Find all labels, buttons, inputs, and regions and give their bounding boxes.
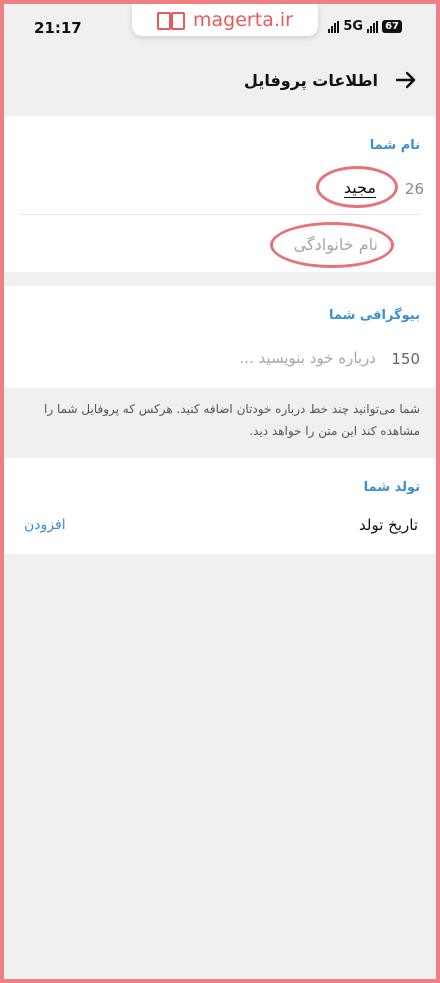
bio-section-title: بیوگرافی شما	[328, 308, 420, 323]
battery-icon: 67	[382, 20, 402, 33]
name-divider	[20, 214, 420, 215]
signal-icon	[328, 20, 340, 33]
bio-counter: 150	[391, 350, 420, 368]
signal-icon-2	[367, 20, 379, 33]
first-name-counter: 26	[404, 180, 424, 198]
bio-input[interactable]: درباره خود بنویسید ...	[240, 349, 377, 367]
status-icons: 5G 67	[328, 19, 402, 34]
name-section: نام شما 26 مجید نام خانوادگی	[4, 116, 436, 272]
network-type: 5G	[343, 19, 364, 34]
page-title: اطلاعات پروفایل	[244, 71, 378, 90]
bio-hint: شما می‌توانید چند خط درباره خودتان اضافه…	[4, 388, 436, 458]
app-header: اطلاعات پروفایل	[4, 50, 436, 114]
add-birthday-link[interactable]: افزودن	[24, 517, 66, 533]
birthday-section-title: تولد شما	[363, 480, 420, 495]
birthday-label[interactable]: تاریخ تولد	[359, 516, 418, 534]
watermark: magerta.ir	[132, 4, 318, 36]
watermark-text: magerta.ir	[193, 9, 293, 31]
open-book-icon	[157, 11, 186, 30]
highlight-circle-last-name	[270, 222, 394, 268]
birthday-section: تولد شما تاریخ تولد افزودن	[4, 458, 436, 554]
screen-frame: 21:17 5G 67 magerta.ir اطلاعات پروفایل ن…	[0, 0, 440, 983]
highlight-circle-first-name	[316, 166, 398, 208]
name-section-title: نام شما	[369, 138, 420, 153]
status-time: 21:17	[34, 19, 82, 37]
bio-section: بیوگرافی شما 150 درباره خود بنویسید ...	[4, 286, 436, 388]
arrow-right-icon[interactable]	[394, 68, 418, 92]
